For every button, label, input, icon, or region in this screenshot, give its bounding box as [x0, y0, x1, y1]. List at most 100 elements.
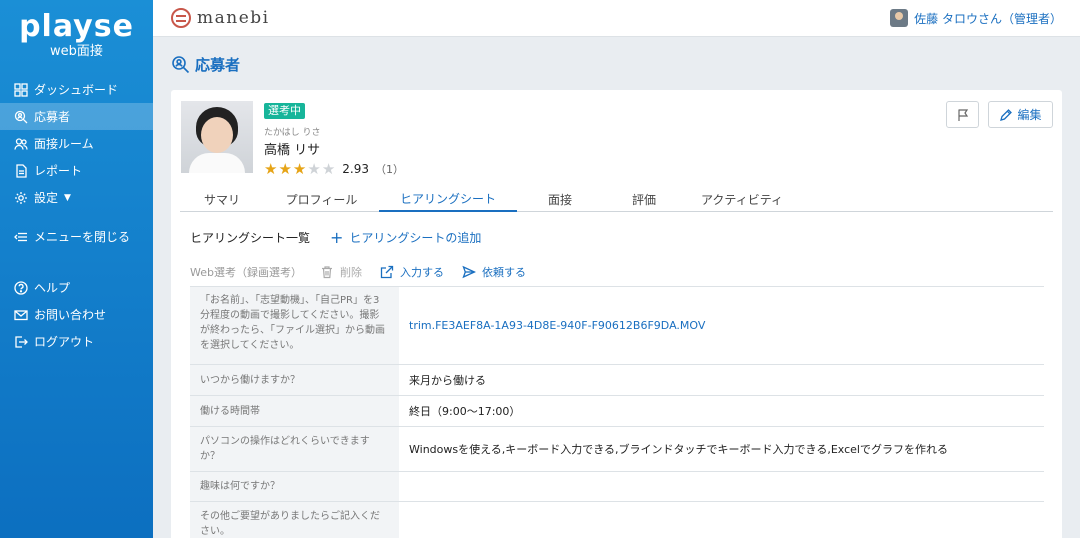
applicant-name-kana: たかはし りさ	[264, 128, 321, 138]
rating: ★ ★ ★ ★ ★ 2.93 （1）	[264, 161, 404, 177]
report-icon	[14, 163, 28, 178]
answer-cell: Windowsを使える,キーボード入力できる,ブラインドタッチでキーボード入力で…	[409, 443, 948, 456]
brand: playse web面接	[0, 0, 153, 76]
sidebar-item-dashboard[interactable]: ダッシュボード	[0, 76, 153, 103]
answer-cell	[399, 502, 1044, 538]
request-label: 依頼する	[481, 266, 526, 279]
tab-summary[interactable]: サマリ	[180, 187, 264, 211]
hearing-list-title: ヒアリングシート一覧	[190, 231, 311, 245]
tab-evaluation[interactable]: 評価	[603, 187, 685, 211]
flag-icon	[957, 108, 968, 121]
question-cell: 趣味は何ですか？	[190, 472, 399, 501]
dashboard-icon	[14, 82, 28, 97]
nav-spacer	[0, 211, 153, 223]
user-search-icon	[14, 110, 28, 124]
sidebar-item-rooms[interactable]: 面接ルーム	[0, 130, 153, 157]
sidebar-item-label: レポート	[34, 164, 83, 178]
manebi-logo-icon	[171, 8, 191, 28]
answer-file-link[interactable]: trim.FE3AEF8A-1A93-4D8E-940F-F90612B6F9D…	[399, 287, 1044, 364]
add-hearing-sheet-label: ヒアリングシートの追加	[349, 231, 482, 245]
user-search-icon	[172, 56, 190, 74]
sidebar-nav: ダッシュボード 応募者 面接ルーム レポート 設定 ▼ メニューを閉じる ヘルプ	[0, 76, 153, 355]
question-cell: いつから働けますか？	[190, 365, 399, 395]
table-row: 趣味は何ですか？	[190, 472, 1044, 502]
pencil-icon	[1000, 108, 1013, 121]
table-row: パソコンの操作はどれくらいできますか？ Windowsを使える,キーボード入力で…	[190, 427, 1044, 472]
sidebar-item-collapse[interactable]: メニューを閉じる	[0, 223, 153, 250]
mail-icon	[14, 308, 28, 322]
photo-body	[189, 153, 245, 173]
sheet-title: Web選考（録画選考）	[190, 266, 302, 279]
sidebar-item-reports[interactable]: レポート	[0, 157, 153, 184]
manebi-logo[interactable]: manebi	[171, 8, 270, 28]
input-label: 入力する	[399, 266, 444, 279]
edit-button[interactable]: 編集	[988, 101, 1053, 128]
star-icon: ★	[321, 159, 336, 178]
star-icon: ★	[278, 159, 292, 178]
manebi-logo-text: manebi	[197, 8, 270, 28]
sheet-toolbar: Web選考（録画選考） 削除 入力する 依頼する	[190, 264, 526, 280]
send-icon	[462, 265, 476, 279]
applicant-card: 選考中 たかはし りさ 高橋 リサ ★ ★ ★ ★ ★ 2.93 （1） 編集 …	[171, 90, 1062, 538]
status-badge: 選考中	[264, 103, 305, 119]
answer-cell	[399, 472, 1044, 501]
tab-hearing-sheet[interactable]: ヒアリングシート	[379, 187, 517, 212]
collapse-menu-icon	[14, 230, 28, 244]
sidebar-item-settings[interactable]: 設定 ▼	[0, 184, 153, 211]
star-icon: ★	[307, 159, 321, 178]
star-icon: ★	[264, 159, 278, 178]
rating-score: 2.93	[342, 162, 369, 176]
sidebar-item-help[interactable]: ヘルプ	[0, 274, 153, 301]
sidebar-item-label: 面接ルーム	[34, 137, 94, 151]
sidebar-item-applicants[interactable]: 応募者	[0, 103, 153, 130]
applicant-name: 高橋 リサ	[264, 143, 321, 158]
trash-icon	[321, 266, 332, 279]
sidebar-item-label: ダッシュボード	[34, 83, 119, 97]
tab-interview[interactable]: 面接	[517, 187, 603, 211]
request-button[interactable]: 依頼する	[462, 264, 526, 280]
sidebar-item-logout[interactable]: ログアウト	[0, 328, 153, 355]
tab-activity[interactable]: アクティビティ	[685, 187, 799, 211]
answer-cell: 終日（9:00〜17:00）	[409, 405, 521, 418]
page-title-text: 応募者	[195, 56, 241, 74]
tab-profile[interactable]: プロフィール	[264, 187, 379, 211]
flag-button[interactable]	[946, 101, 979, 128]
table-row: いつから働けますか？ 来月から働ける	[190, 365, 1044, 396]
sidebar-item-label: メニューを閉じる	[34, 230, 131, 244]
brand-logo[interactable]: playse	[0, 10, 153, 44]
delete-button[interactable]: 削除	[320, 264, 362, 280]
nav-spacer	[0, 250, 153, 274]
sidebar-item-label: お問い合わせ	[34, 308, 107, 322]
question-cell: 働ける時間帯	[190, 396, 399, 426]
hearing-table: 「お名前」、「志望動機」、「自己PR」を3分程度の動画で撮影してください。撮影が…	[190, 286, 1044, 538]
external-link-icon	[380, 265, 394, 279]
input-button[interactable]: 入力する	[380, 264, 444, 280]
sidebar-item-label: ヘルプ	[34, 281, 71, 295]
rating-count: （1）	[374, 163, 404, 176]
add-hearing-sheet-link[interactable]: + ヒアリングシートの追加	[330, 229, 481, 246]
table-row: 「お名前」、「志望動機」、「自己PR」を3分程度の動画で撮影してください。撮影が…	[190, 287, 1044, 365]
gear-icon	[14, 191, 28, 205]
users-icon	[14, 137, 28, 151]
sidebar: playse web面接 ダッシュボード 応募者 面接ルーム レポート 設定 ▼…	[0, 0, 153, 538]
sidebar-item-contact[interactable]: お問い合わせ	[0, 301, 153, 328]
user-menu[interactable]: 佐藤 タロウさん（管理者）	[890, 9, 1062, 27]
plus-icon: +	[330, 227, 344, 247]
question-cell: 「お名前」、「志望動機」、「自己PR」を3分程度の動画で撮影してください。撮影が…	[190, 287, 399, 364]
delete-label: 削除	[339, 266, 362, 279]
star-icon: ★	[292, 159, 307, 178]
edit-button-label: 編集	[1017, 108, 1042, 122]
page-title: 応募者	[171, 54, 240, 75]
answer-cell: 来月から働ける	[409, 374, 486, 387]
avatar	[890, 9, 909, 27]
tab-bar: サマリ プロフィール ヒアリングシート 面接 評価 アクティビティ	[180, 187, 1053, 212]
sidebar-item-label: 設定	[34, 191, 59, 205]
sidebar-item-label: ログアウト	[34, 335, 95, 349]
photo-face	[201, 117, 233, 153]
question-cell: その他ご要望がありましたらご記入ください。	[190, 502, 399, 538]
chevron-down-icon: ▼	[64, 192, 71, 203]
brand-subtitle: web面接	[50, 44, 103, 59]
table-row: 働ける時間帯 終日（9:00〜17:00）	[190, 396, 1044, 427]
user-name: 佐藤 タロウさん（管理者）	[914, 11, 1062, 26]
hearing-list-header: ヒアリングシート一覧 + ヒアリングシートの追加	[190, 229, 481, 246]
